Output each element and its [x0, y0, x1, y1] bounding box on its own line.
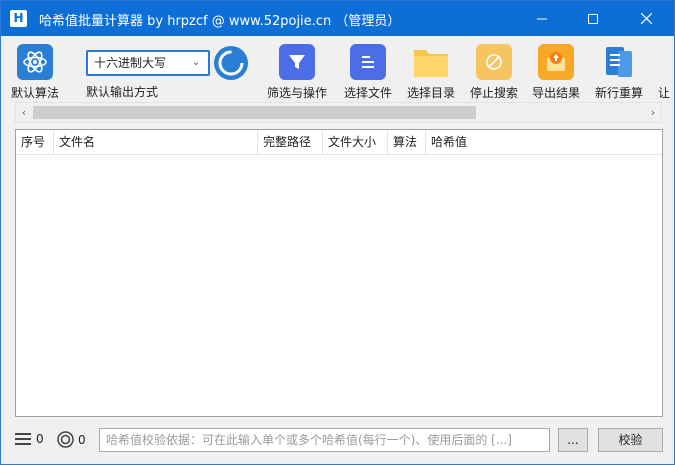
minimize-button[interactable] [519, 1, 565, 36]
hash-verify-input[interactable]: 哈希值校验依据：可在此输入单个或多个哈希值(每行一个)、使用后面的 [...] [99, 428, 550, 452]
filter-button[interactable]: 筛选与操作 [267, 44, 327, 101]
title-bar[interactable]: H 哈希值批量计算器 by hrpzcf @ www.52pojie.cn （管… [1, 1, 674, 36]
toolbar: 默认算法 十六进制大写 ⌄ 默认输出方式 筛选与操作 选择文件 选择目录 停止搜… [1, 36, 674, 102]
column-header-filesize[interactable]: 文件大小 [323, 130, 388, 155]
main-window: H 哈希值批量计算器 by hrpzcf @ www.52pojie.cn （管… [0, 0, 675, 465]
close-icon [640, 13, 652, 24]
list-count-value: 0 [36, 432, 44, 446]
select-dir-label: 选择目录 [407, 86, 456, 100]
window-title: 哈希值批量计算器 by hrpzcf @ www.52pojie.cn （管理员… [39, 14, 401, 29]
list-icon [15, 433, 31, 445]
default-algorithm-button[interactable]: 默认算法 [11, 44, 59, 101]
column-header-algorithm[interactable]: 算法 [388, 130, 426, 155]
scroll-left-icon[interactable]: ‹ [16, 103, 32, 122]
minimize-icon [537, 18, 547, 19]
export-label: 导出结果 [532, 86, 581, 100]
select-dir-button[interactable]: 选择目录 [407, 44, 455, 101]
select-files-button[interactable]: 选择文件 [344, 44, 392, 101]
column-header-index[interactable]: 序号 [16, 130, 54, 155]
maximize-button[interactable] [570, 1, 616, 36]
status-bar: 0 0 哈希值校验依据：可在此输入单个或多个哈希值(每行一个)、使用后面的 [.… [1, 422, 674, 462]
funnel-icon [279, 44, 315, 80]
browse-button[interactable]: ... [558, 428, 588, 452]
target-icon [57, 431, 74, 448]
overflow-toolbar-button[interactable]: 让 [657, 44, 671, 101]
export-button[interactable]: 导出结果 [532, 44, 580, 101]
recalc-button[interactable]: 新行重算 [595, 44, 643, 101]
stop-search-label: 停止搜索 [470, 86, 519, 100]
results-table[interactable]: 序号 文件名 完整路径 文件大小 算法 哈希值 [15, 129, 663, 417]
select-files-label: 选择文件 [344, 86, 393, 100]
stop-search-button[interactable]: 停止搜索 [470, 44, 518, 101]
toolbar-horizontal-scrollbar[interactable]: ‹ › [15, 102, 662, 123]
target-count-value: 0 [78, 432, 86, 447]
atom-icon [17, 44, 53, 80]
column-header-fullpath[interactable]: 完整路径 [258, 130, 323, 155]
app-icon: H [10, 10, 27, 27]
chevron-down-icon: ⌄ [191, 57, 200, 68]
refresh-spinner-icon[interactable] [213, 45, 249, 81]
verify-button[interactable]: 校验 [598, 428, 663, 452]
column-header-hash[interactable]: 哈希值 [426, 130, 662, 155]
maximize-icon [588, 13, 598, 24]
file-lines-icon [350, 44, 386, 80]
table-header: 序号 文件名 完整路径 文件大小 算法 哈希值 [16, 130, 662, 155]
scroll-thumb[interactable] [33, 106, 476, 119]
list-count[interactable]: 0 [15, 432, 44, 446]
output-format-select[interactable]: 十六进制大写 ⌄ [86, 50, 210, 76]
scroll-right-icon[interactable]: › [645, 103, 661, 122]
folder-icon [413, 44, 449, 80]
overflow-label: 让 [657, 86, 670, 100]
stop-icon [476, 44, 512, 80]
filter-label: 筛选与操作 [267, 86, 328, 100]
close-button[interactable] [623, 1, 669, 36]
export-icon [538, 44, 574, 80]
target-count[interactable]: 0 [57, 431, 86, 448]
output-format-label: 默认输出方式 [86, 85, 159, 99]
recalc-label: 新行重算 [595, 86, 644, 100]
column-header-filename[interactable]: 文件名 [54, 130, 258, 155]
default-algorithm-label: 默认算法 [11, 86, 60, 100]
recalc-document-icon [601, 44, 637, 80]
output-format-value: 十六进制大写 [94, 56, 167, 70]
